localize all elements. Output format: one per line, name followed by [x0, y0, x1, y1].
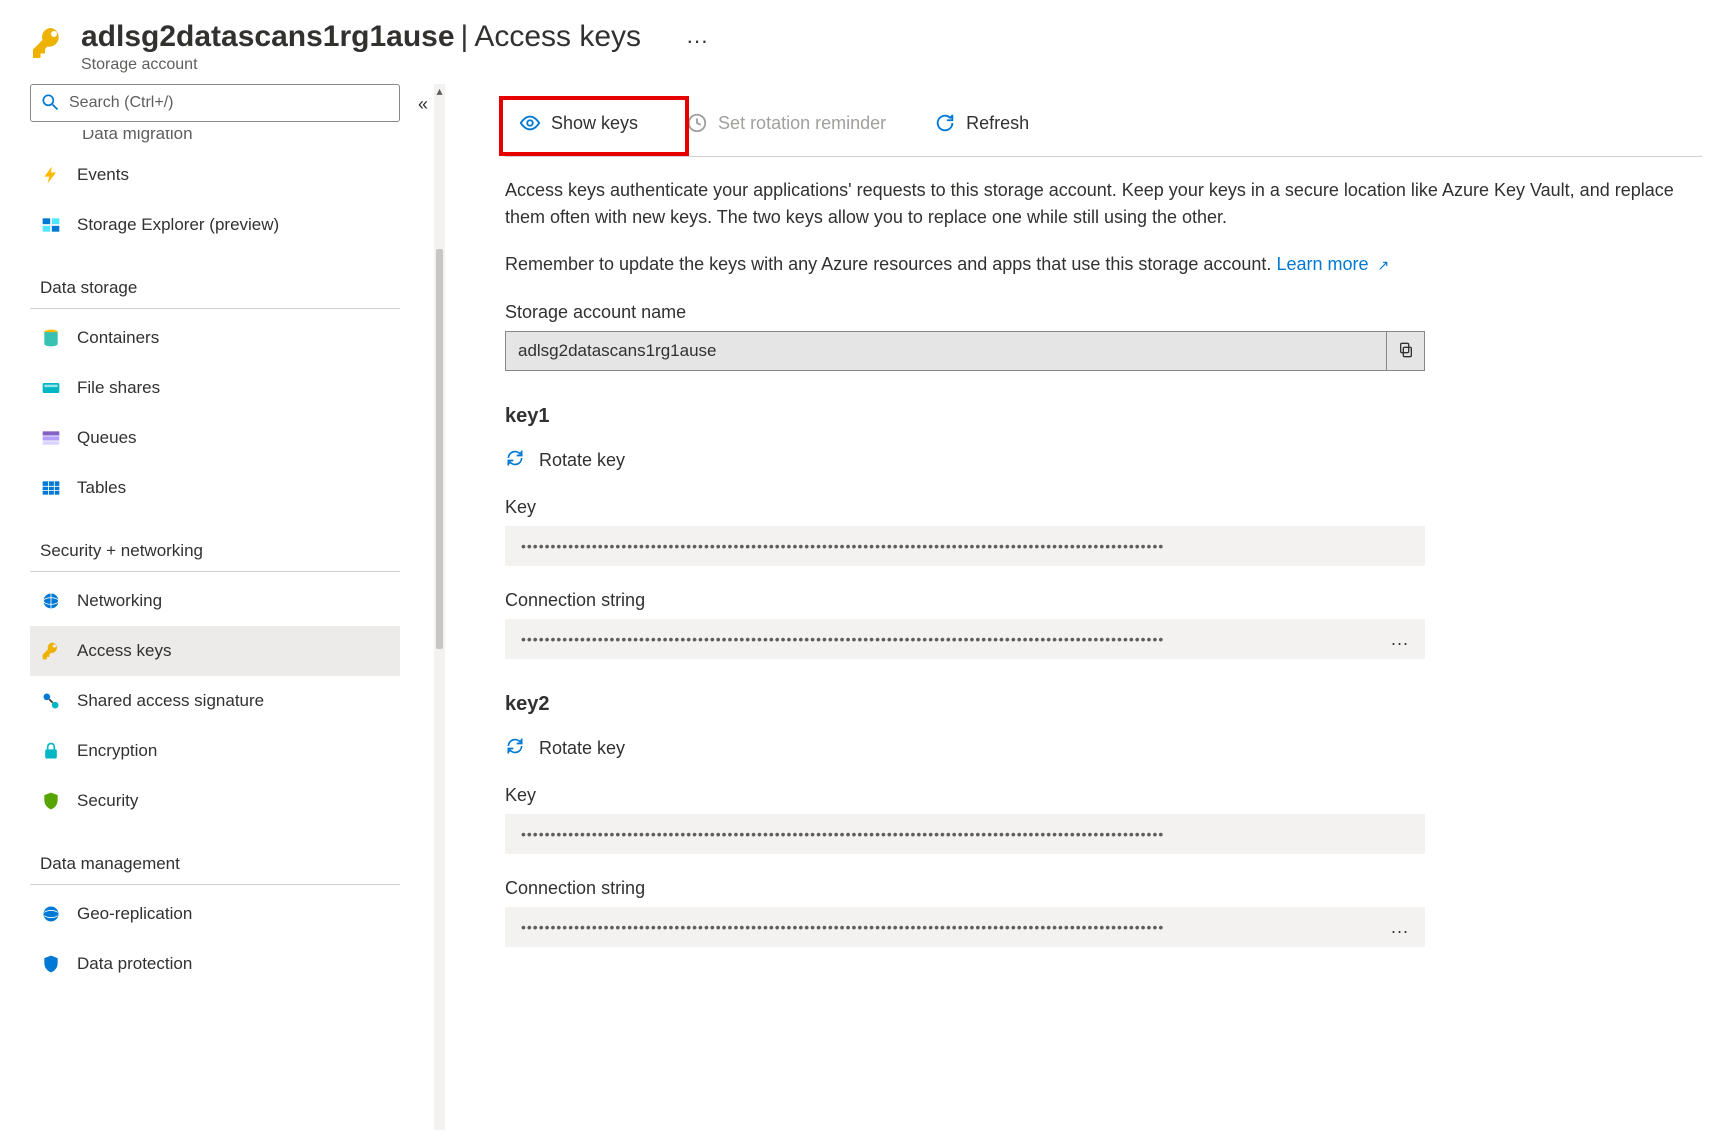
copy-icon [1398, 342, 1414, 361]
learn-more-link[interactable]: Learn more ↗ [1276, 254, 1389, 274]
lightning-icon [40, 164, 62, 186]
sidebar-item-label: Access keys [77, 641, 171, 661]
key2-heading: key2 [505, 693, 1702, 716]
rotate-key-label: Rotate key [539, 738, 625, 759]
key1-value-field[interactable]: ••••••••••••••••••••••••••••••••••••••••… [505, 526, 1425, 566]
globe-icon [40, 903, 62, 925]
resource-name: adlsg2datascans1rg1ause [81, 20, 455, 54]
main-content: Show keys Set rotation reminder Refresh … [445, 84, 1732, 1130]
globe-icon [40, 590, 62, 612]
description-text: Access keys authenticate your applicatio… [505, 177, 1702, 231]
nav-section-data-storage: Data storage [30, 250, 400, 309]
sidebar-item-label: Containers [77, 328, 159, 348]
key2-value-field[interactable]: ••••••••••••••••••••••••••••••••••••••••… [505, 814, 1425, 854]
collapse-sidebar-button[interactable]: « [418, 94, 428, 115]
storage-account-name-label: Storage account name [505, 302, 1702, 323]
scroll-thumb[interactable] [436, 249, 443, 649]
shield-icon [40, 790, 62, 812]
sidebar-item-sas[interactable]: Shared access signature [30, 676, 400, 726]
set-reminder-label: Set rotation reminder [718, 113, 886, 134]
conn1-label: Connection string [505, 590, 1702, 611]
conn2-value-field[interactable]: ••••••••••••••••••••••••••••••••••••••••… [505, 907, 1425, 947]
sidebar-item-label: Data protection [77, 954, 192, 974]
queue-icon [40, 427, 62, 449]
rotate-icon [505, 736, 525, 761]
sidebar-item-security[interactable]: Security [30, 776, 400, 826]
fileshare-icon [40, 377, 62, 399]
sidebar-item-label: Security [77, 791, 138, 811]
explorer-icon [40, 214, 62, 236]
shield-icon [40, 953, 62, 975]
sidebar-item-tables[interactable]: Tables [30, 463, 400, 513]
clock-icon [686, 112, 708, 134]
sidebar-item-data-protection[interactable]: Data protection [30, 939, 400, 989]
key1-heading: key1 [505, 405, 1702, 428]
rotate-key-label: Rotate key [539, 450, 625, 471]
sas-icon [40, 690, 62, 712]
external-link-icon: ↗ [1378, 257, 1390, 273]
container-icon [40, 327, 62, 349]
sidebar-item-label: Tables [77, 478, 126, 498]
page-title: adlsg2datascans1rg1ause | Access keys [81, 20, 641, 54]
key-icon [40, 640, 62, 662]
nav-list: Data migration Events Storage Explorer (… [30, 130, 400, 989]
conn1-value-field[interactable]: ••••••••••••••••••••••••••••••••••••••••… [505, 619, 1425, 659]
rotate-key1-button[interactable]: Rotate key [505, 448, 625, 473]
show-keys-button[interactable]: Show keys [505, 104, 652, 142]
sidebar-item-label: Events [77, 165, 129, 185]
search-input[interactable] [30, 84, 400, 122]
sidebar-item-encryption[interactable]: Encryption [30, 726, 400, 776]
table-icon [40, 477, 62, 499]
sidebar-item-file-shares[interactable]: File shares [30, 363, 400, 413]
storage-account-name-field[interactable] [505, 331, 1387, 371]
eye-icon [519, 112, 541, 134]
nav-section-security: Security + networking [30, 513, 400, 572]
sidebar-item-label: Storage Explorer (preview) [77, 215, 279, 235]
sidebar-item-geo-replication[interactable]: Geo-replication [30, 889, 400, 939]
copy-button[interactable] [1387, 331, 1425, 371]
sidebar-item-label: Queues [77, 428, 137, 448]
resource-type: Storage account [81, 56, 641, 74]
page-header: adlsg2datascans1rg1ause | Access keys St… [0, 0, 1732, 84]
search-icon [40, 92, 60, 115]
sidebar-item-cutoff[interactable]: Data migration [30, 130, 400, 150]
sidebar-item-label: Networking [77, 591, 162, 611]
sidebar-item-events[interactable]: Events [30, 150, 400, 200]
sidebar-item-containers[interactable]: Containers [30, 313, 400, 363]
rotate-key2-button[interactable]: Rotate key [505, 736, 625, 761]
scroll-up-icon[interactable]: ▴ [434, 84, 445, 102]
key2-label: Key [505, 785, 1702, 806]
show-keys-label: Show keys [551, 113, 638, 134]
refresh-label: Refresh [966, 113, 1029, 134]
sidebar-item-storage-explorer[interactable]: Storage Explorer (preview) [30, 200, 400, 250]
sidebar-item-access-keys[interactable]: Access keys [30, 626, 400, 676]
rotate-icon [505, 448, 525, 473]
conn2-label: Connection string [505, 878, 1702, 899]
sidebar-item-label: Encryption [77, 741, 157, 761]
sidebar: Data migration Events Storage Explorer (… [0, 84, 445, 1130]
sidebar-item-label: Geo-replication [77, 904, 192, 924]
refresh-button[interactable]: Refresh [920, 104, 1043, 142]
more-actions-button[interactable]: ··· [686, 28, 708, 54]
set-rotation-reminder-button[interactable]: Set rotation reminder [672, 104, 900, 142]
key-icon [30, 25, 66, 61]
sidebar-item-networking[interactable]: Networking [30, 576, 400, 626]
key1-label: Key [505, 497, 1702, 518]
lock-icon [40, 740, 62, 762]
refresh-icon [934, 112, 956, 134]
sidebar-item-queues[interactable]: Queues [30, 413, 400, 463]
sidebar-item-label: Shared access signature [77, 691, 264, 711]
sidebar-item-label: File shares [77, 378, 160, 398]
description-text-2: Remember to update the keys with any Azu… [505, 251, 1702, 278]
page-section: Access keys [474, 20, 641, 54]
toolbar: Show keys Set rotation reminder Refresh [505, 94, 1702, 157]
scrollbar[interactable]: ▴ [434, 84, 445, 1130]
nav-section-data-mgmt: Data management [30, 826, 400, 885]
